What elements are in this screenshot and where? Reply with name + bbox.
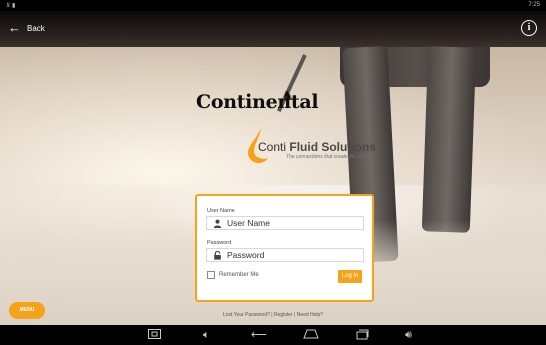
recents-icon[interactable] — [356, 329, 369, 344]
conti-light-text: Conti — [258, 140, 287, 154]
username-input[interactable] — [227, 217, 361, 229]
need-help-link[interactable]: Need Help? — [297, 312, 323, 318]
login-card: User Name Password Remember Me Log in — [195, 194, 374, 302]
status-icons: ⊻ ▮ — [6, 3, 16, 9]
continental-logo: Continental — [196, 91, 319, 113]
system-nav-bar: 🔈︎ ⟵ 🔊︎ — [0, 325, 546, 345]
remember-me-label: Remember Me — [219, 272, 259, 278]
background-boot-right — [421, 46, 477, 233]
arrow-left-icon: ← — [8, 20, 21, 35]
volume-up-icon[interactable]: 🔊︎ — [405, 328, 412, 342]
conti-bold-text: Fluid Solutions — [289, 140, 377, 154]
conti-fluid-solutions-logo: Conti Fluid Solutions — [258, 140, 376, 154]
register-link[interactable]: Register — [274, 312, 293, 318]
horse-logo-icon: ♞ — [282, 88, 294, 103]
remember-me-checkbox[interactable] — [207, 271, 215, 279]
remember-me[interactable]: Remember Me — [207, 271, 259, 279]
help-links: Lost Your Password? | Register | Need He… — [0, 312, 546, 318]
nav-back-icon[interactable]: ⟵ — [251, 328, 267, 342]
login-button[interactable]: Log in — [338, 270, 362, 283]
menu-button[interactable]: MENU — [9, 302, 45, 319]
tagline: The connections that create the future — [286, 154, 371, 160]
password-input[interactable] — [227, 249, 361, 261]
clock: 7:25 — [528, 2, 540, 8]
password-label: Password — [207, 240, 232, 246]
app-bar: ← Back i — [0, 11, 546, 47]
back-button[interactable]: ← Back — [8, 20, 45, 35]
password-field[interactable] — [206, 248, 364, 262]
user-icon — [213, 219, 222, 228]
username-label: User Name — [207, 208, 235, 214]
home-icon[interactable] — [303, 329, 319, 343]
screenshot-icon[interactable] — [148, 329, 161, 343]
lock-icon — [213, 250, 222, 260]
app-screen: ⊻ ▮ 7:25 ← Back i Continental ♞ Conti Fl… — [0, 0, 546, 345]
volume-down-icon[interactable]: 🔈︎ — [203, 328, 210, 342]
username-field[interactable] — [206, 216, 364, 230]
info-icon[interactable]: i — [521, 20, 537, 36]
status-bar: ⊻ ▮ 7:25 — [0, 0, 546, 11]
lost-password-link[interactable]: Lost Your Password? — [223, 312, 270, 318]
back-label: Back — [27, 23, 45, 33]
